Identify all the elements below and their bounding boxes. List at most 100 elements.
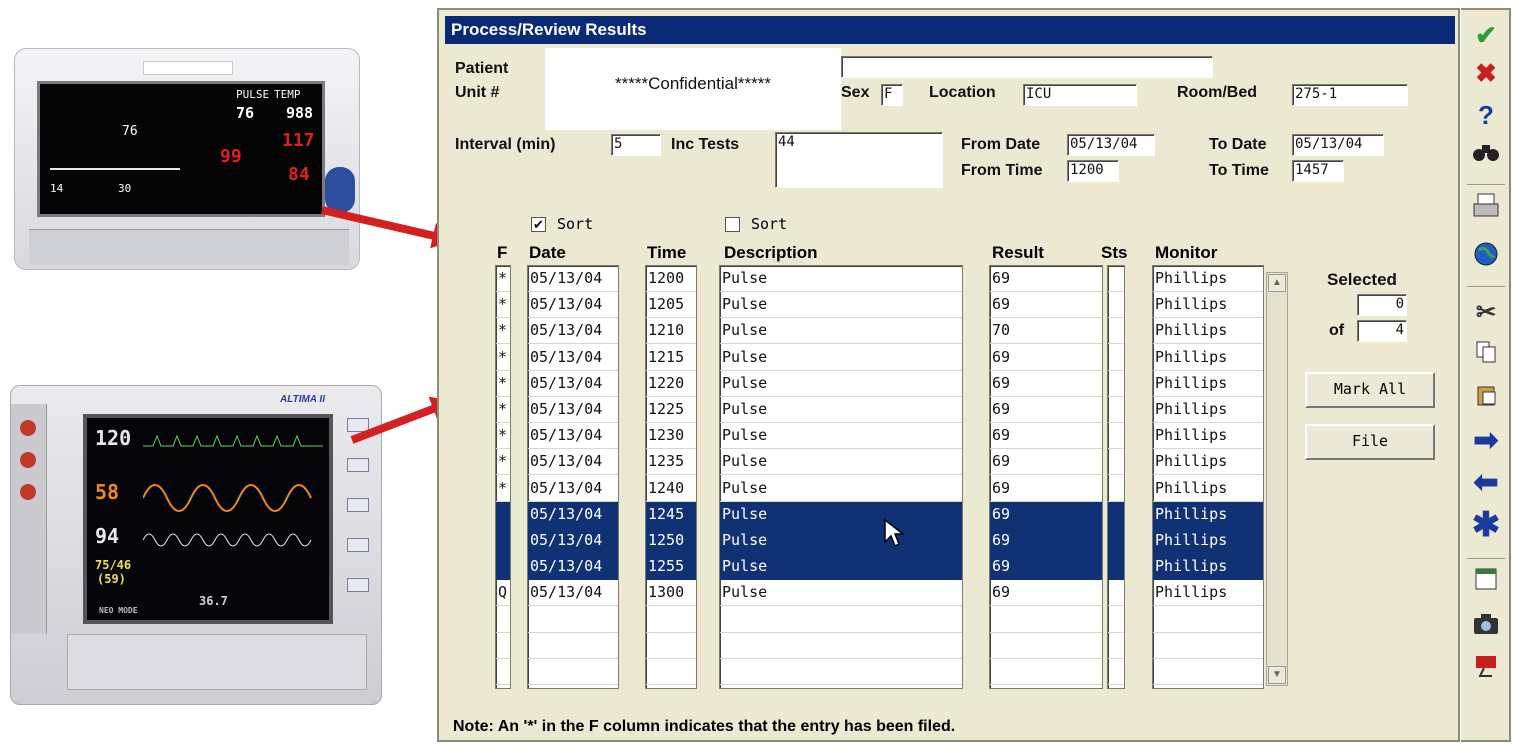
table-cell-result[interactable]: 69	[990, 397, 1102, 423]
calendar-icon[interactable]	[1469, 566, 1503, 600]
table-cell-description[interactable]: Pulse	[720, 345, 962, 371]
mark-all-button[interactable]: Mark All	[1305, 372, 1435, 408]
room-bed-field[interactable]: 275-1	[1292, 84, 1408, 106]
from-date-field[interactable]: 05/13/04	[1067, 134, 1155, 156]
table-cell-date[interactable]: 05/13/04	[528, 345, 618, 371]
table-cell-result[interactable]	[990, 607, 1102, 633]
table-cell-time[interactable]: 1230	[646, 423, 696, 450]
table-cell-f[interactable]	[496, 554, 510, 581]
exit-icon[interactable]	[1469, 652, 1503, 686]
table-cell-date[interactable]: 05/13/04	[528, 266, 618, 292]
table-cell-sts[interactable]	[1108, 266, 1124, 292]
table-cell-monitor[interactable]: Phillips	[1153, 397, 1263, 423]
table-cell-time[interactable]	[646, 659, 696, 685]
table-cell-date[interactable]: 05/13/04	[528, 318, 618, 345]
table-cell-description[interactable]: Pulse	[720, 501, 962, 528]
table-cell-sts[interactable]	[1108, 423, 1124, 450]
table-cell-time[interactable]: 1300	[646, 580, 696, 607]
table-cell-sts[interactable]	[1108, 318, 1124, 345]
table-cell-description[interactable]: Pulse	[720, 318, 962, 345]
table-cell-result[interactable]: 69	[990, 423, 1102, 450]
table-cell-date[interactable]: 05/13/04	[528, 580, 618, 607]
table-cell-result[interactable]: 70	[990, 318, 1102, 345]
table-cell-monitor[interactable]	[1153, 633, 1263, 659]
table-cell-monitor[interactable]: Phillips	[1153, 476, 1263, 502]
table-cell-monitor[interactable]	[1153, 607, 1263, 633]
scissors-icon[interactable]: ✂	[1469, 296, 1503, 330]
scroll-down-button[interactable]: ▼	[1268, 666, 1286, 684]
table-cell-sts[interactable]	[1108, 449, 1124, 476]
table-cell-result[interactable]: 69	[990, 266, 1102, 292]
table-cell-time[interactable]: 1220	[646, 371, 696, 397]
table-cell-date[interactable]: 05/13/04	[528, 476, 618, 502]
table-cell-sts[interactable]	[1108, 659, 1124, 685]
table-cell-result[interactable]: 69	[990, 371, 1102, 397]
table-cell-date[interactable]: 05/13/04	[528, 371, 618, 397]
table-cell-monitor[interactable]: Phillips	[1153, 449, 1263, 476]
print-icon[interactable]	[1469, 192, 1503, 226]
file-button[interactable]: File	[1305, 424, 1435, 460]
table-cell-description[interactable]	[720, 659, 962, 685]
table-cell-time[interactable]: 1250	[646, 528, 696, 554]
table-cell-sts[interactable]	[1108, 397, 1124, 423]
table-cell-monitor[interactable]: Phillips	[1153, 580, 1263, 607]
table-cell-description[interactable]: Pulse	[720, 292, 962, 319]
asterisk-icon[interactable]: ✱	[1469, 508, 1503, 542]
location-field[interactable]: ICU	[1023, 84, 1137, 106]
table-cell-description[interactable]: Pulse	[720, 580, 962, 607]
table-cell-f[interactable]	[496, 633, 510, 659]
table-cell-result[interactable]: 69	[990, 292, 1102, 319]
table-cell-f[interactable]: *	[496, 318, 510, 345]
table-cell-monitor[interactable]: Phillips	[1153, 266, 1263, 292]
table-cell-time[interactable]: 1205	[646, 292, 696, 319]
table-cell-f[interactable]: *	[496, 476, 510, 502]
table-cell-monitor[interactable]	[1153, 659, 1263, 685]
table-cell-date[interactable]: 05/13/04	[528, 423, 618, 450]
sex-field[interactable]: F	[881, 84, 903, 106]
table-cell-sts[interactable]	[1108, 371, 1124, 397]
table-cell-date[interactable]: 05/13/04	[528, 528, 618, 554]
table-cell-f[interactable]	[496, 659, 510, 685]
table-cell-monitor[interactable]: Phillips	[1153, 318, 1263, 345]
results-scrollbar[interactable]: ▲ ▼	[1266, 272, 1288, 686]
table-cell-result[interactable]: 69	[990, 476, 1102, 502]
table-cell-description[interactable]: Pulse	[720, 423, 962, 450]
table-cell-f[interactable]	[496, 528, 510, 554]
table-cell-f[interactable]: Q	[496, 580, 510, 607]
table-cell-description[interactable]	[720, 607, 962, 633]
arrow-left-icon[interactable]: ⬅	[1469, 466, 1503, 500]
patient-name-field[interactable]	[841, 56, 1213, 78]
table-cell-time[interactable]: 1210	[646, 318, 696, 345]
table-cell-description[interactable]: Pulse	[720, 528, 962, 554]
table-cell-result[interactable]	[990, 633, 1102, 659]
check-icon[interactable]: ✔	[1469, 18, 1503, 52]
table-cell-sts[interactable]	[1108, 501, 1124, 528]
table-cell-result[interactable]: 69	[990, 528, 1102, 554]
table-cell-time[interactable]: 1240	[646, 476, 696, 502]
table-cell-date[interactable]: 05/13/04	[528, 397, 618, 423]
table-cell-f[interactable]: *	[496, 423, 510, 450]
table-cell-monitor[interactable]: Phillips	[1153, 554, 1263, 581]
table-cell-sts[interactable]	[1108, 554, 1124, 581]
globe-icon[interactable]	[1469, 240, 1503, 274]
table-cell-sts[interactable]	[1108, 633, 1124, 659]
table-cell-sts[interactable]	[1108, 476, 1124, 502]
table-cell-date[interactable]	[528, 633, 618, 659]
cancel-x-icon[interactable]: ✖	[1469, 56, 1503, 90]
to-date-field[interactable]: 05/13/04	[1292, 134, 1384, 156]
table-cell-date[interactable]: 05/13/04	[528, 449, 618, 476]
table-cell-sts[interactable]	[1108, 292, 1124, 319]
paste-icon[interactable]	[1469, 382, 1503, 416]
table-cell-time[interactable]: 1245	[646, 501, 696, 528]
arrow-right-icon[interactable]: ➡	[1469, 424, 1503, 458]
table-cell-time[interactable]	[646, 607, 696, 633]
table-cell-f[interactable]	[496, 607, 510, 633]
table-cell-result[interactable]: 69	[990, 449, 1102, 476]
table-cell-monitor[interactable]: Phillips	[1153, 371, 1263, 397]
from-time-field[interactable]: 1200	[1067, 160, 1119, 182]
table-cell-f[interactable]: *	[496, 449, 510, 476]
table-cell-sts[interactable]	[1108, 580, 1124, 607]
table-cell-result[interactable]	[990, 659, 1102, 685]
table-cell-date[interactable]: 05/13/04	[528, 554, 618, 581]
help-question-icon[interactable]: ?	[1469, 98, 1503, 132]
